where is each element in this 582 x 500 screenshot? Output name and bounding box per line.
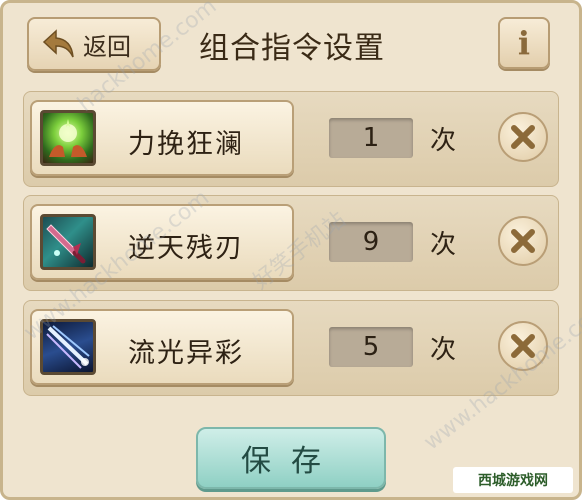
close-icon xyxy=(511,125,535,149)
count-value[interactable]: 1 xyxy=(329,118,413,158)
info-button[interactable]: i xyxy=(498,17,550,69)
remove-button[interactable] xyxy=(498,216,548,266)
close-icon xyxy=(511,229,535,253)
count-value[interactable]: 5 xyxy=(329,327,413,367)
save-button[interactable]: 保存 xyxy=(196,427,386,489)
page-title: 组合指令设置 xyxy=(199,31,385,66)
logo-text: 西城游戏网 xyxy=(478,473,548,489)
count-unit: 次 xyxy=(430,335,457,365)
count-unit: 次 xyxy=(430,230,457,260)
save-label: 保存 xyxy=(241,444,341,479)
combo-row-3: 流光异彩 5 次 xyxy=(23,300,559,396)
info-icon: i xyxy=(517,24,531,62)
green-energy-hands-icon xyxy=(40,110,96,166)
skill-name: 流光异彩 xyxy=(128,338,244,369)
skill-name: 力挽狂澜 xyxy=(128,129,244,160)
back-arrow-icon xyxy=(39,24,79,64)
count-unit: 次 xyxy=(430,126,457,156)
skill-slot-1[interactable]: 力挽狂澜 xyxy=(30,100,294,176)
skill-slot-3[interactable]: 流光异彩 xyxy=(30,309,294,385)
command-settings-panel: 返回 组合指令设置 i 力挽狂澜 1 次 逆天残刃 9 次 流光异彩 5 次 保… xyxy=(0,0,582,500)
panel-header: 返回 组合指令设置 i xyxy=(3,3,579,81)
remove-button[interactable] xyxy=(498,112,548,162)
crystal-sword-icon xyxy=(40,214,96,270)
site-logo: 西城游戏网 xyxy=(453,467,573,493)
